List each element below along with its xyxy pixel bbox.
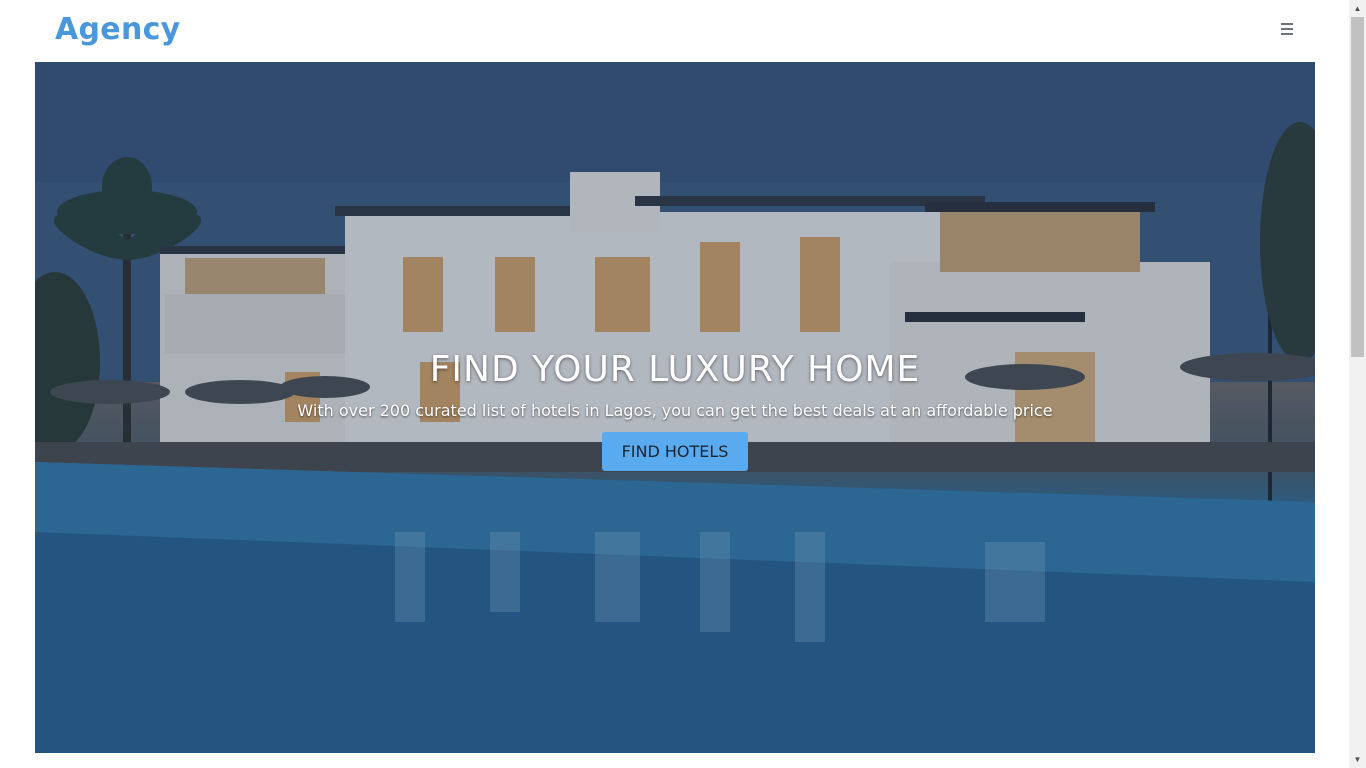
hero-banner: FIND YOUR LUXURY HOME With over 200 cura… — [35, 62, 1315, 753]
site-logo[interactable]: Agency — [55, 12, 181, 47]
scroll-thumb[interactable] — [1351, 17, 1364, 357]
site-header: Agency — [0, 0, 1349, 62]
hero-title: FIND YOUR LUXURY HOME — [429, 349, 921, 390]
hero-subtitle: With over 200 curated list of hotels in … — [297, 401, 1053, 420]
scroll-up-arrow-icon[interactable]: ▲ — [1349, 0, 1366, 17]
page-scrollbar[interactable]: ▲ ▼ — [1349, 0, 1366, 768]
find-hotels-button[interactable]: FIND HOTELS — [601, 432, 749, 471]
hamburger-menu-icon[interactable] — [1278, 20, 1296, 36]
hero-content: FIND YOUR LUXURY HOME With over 200 cura… — [35, 345, 1315, 471]
scroll-down-arrow-icon[interactable]: ▼ — [1349, 751, 1366, 768]
